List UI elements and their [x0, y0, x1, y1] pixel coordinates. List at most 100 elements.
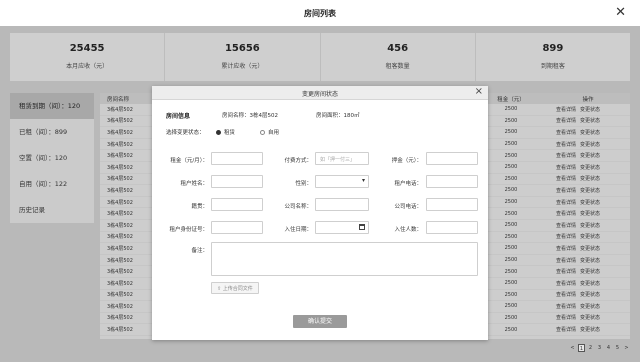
id-number-input[interactable] — [211, 221, 263, 234]
change-status-link[interactable]: 变更状态 — [580, 199, 600, 206]
note-textarea[interactable] — [211, 242, 478, 276]
change-status-link[interactable]: 变更状态 — [580, 326, 600, 333]
room-name-cell: 3栋4层502 — [107, 303, 133, 310]
view-details-link[interactable]: 查看详情 — [556, 280, 576, 287]
pager-page[interactable]: 5 — [614, 344, 621, 352]
room-name-cell: 3栋4层502 — [107, 118, 133, 125]
room-name-cell: 3栋4层502 — [107, 245, 133, 252]
pager-page[interactable]: 1 — [578, 344, 585, 352]
rent-input[interactable] — [211, 152, 263, 165]
pager-next[interactable]: > — [623, 344, 630, 352]
rent-label: 租金（元/月）： — [170, 158, 208, 164]
view-details-link[interactable]: 查看详情 — [556, 257, 576, 264]
upload-icon: ⇪ — [217, 286, 222, 292]
stat-label: 累计应收（元） — [221, 63, 264, 70]
view-details-link[interactable]: 查看详情 — [556, 210, 576, 217]
change-status-link[interactable]: 变更状态 — [580, 141, 600, 148]
change-status-link[interactable]: 变更状态 — [580, 210, 600, 217]
status-option-label: 自用 — [268, 130, 280, 136]
change-status-link[interactable]: 变更状态 — [580, 314, 600, 321]
view-details-link[interactable]: 查看详情 — [556, 117, 576, 124]
change-status-link[interactable]: 变更状态 — [580, 268, 600, 275]
close-icon[interactable]: ✕ — [615, 5, 626, 20]
dialog-title: 变更房间状态 — [301, 91, 338, 98]
radio-selected-icon — [216, 130, 221, 135]
view-details-link[interactable]: 查看详情 — [556, 303, 576, 310]
view-details-link[interactable]: 查看详情 — [556, 106, 576, 113]
change-status-link[interactable]: 变更状态 — [580, 187, 600, 194]
change-status-link[interactable]: 变更状态 — [580, 291, 600, 298]
pager-page[interactable]: 3 — [596, 344, 603, 352]
view-details-link[interactable]: 查看详情 — [556, 326, 576, 333]
view-details-link[interactable]: 查看详情 — [556, 245, 576, 252]
checkin-date-input[interactable] — [315, 221, 369, 234]
pager-page[interactable]: 2 — [587, 344, 594, 352]
change-status-link[interactable]: 变更状态 — [580, 222, 600, 229]
sidebar-item-vacant[interactable]: 空置（间）：120 — [10, 145, 94, 171]
pager-prev[interactable]: < — [569, 344, 576, 352]
upload-label: 上传合同文件 — [222, 286, 253, 292]
sidebar-item-expiring[interactable]: 租赁到期（间）：120 — [10, 93, 94, 119]
view-details-link[interactable]: 查看详情 — [556, 199, 576, 206]
status-option-self-use[interactable]: 自用 — [260, 128, 279, 136]
stat-card: 899 到期租客 — [476, 33, 630, 81]
pager-page[interactable]: 4 — [605, 344, 612, 352]
note-label: 备注： — [191, 248, 208, 254]
view-details-link[interactable]: 查看详情 — [556, 141, 576, 148]
view-details-link[interactable]: 查看详情 — [556, 175, 576, 182]
change-status-link[interactable]: 变更状态 — [580, 245, 600, 252]
company-name-input[interactable] — [315, 198, 369, 211]
stat-card: 15656 累计应收（元） — [165, 33, 321, 81]
change-status-link[interactable]: 变更状态 — [580, 129, 600, 136]
status-option-label: 租赁 — [224, 130, 236, 136]
sidebar-item-history[interactable]: 历史记录 — [10, 197, 94, 223]
ops-cell: 查看详情 变更状态 — [546, 268, 630, 275]
view-details-link[interactable]: 查看详情 — [556, 164, 576, 171]
tenant-phone-input[interactable] — [426, 175, 478, 188]
origin-input[interactable] — [211, 198, 263, 211]
gender-select[interactable]: ▾ — [315, 175, 369, 188]
deposit-input[interactable] — [426, 152, 478, 165]
room-name-cell: 3栋4层502 — [107, 211, 133, 218]
company-name-label: 公司名称： — [284, 204, 312, 210]
change-status-link[interactable]: 变更状态 — [580, 233, 600, 240]
tenant-name-input[interactable] — [211, 175, 263, 188]
status-label: 选择变更状态： — [166, 130, 205, 136]
sidebar-item-self-use[interactable]: 自用（间）：122 — [10, 171, 94, 197]
room-name-cell: 3栋4层502 — [107, 129, 133, 136]
upload-contract-button[interactable]: ⇪ 上传合同文件 — [211, 282, 259, 294]
room-area-info: 房间面积：180㎡ — [316, 113, 360, 119]
sidebar-item-rented[interactable]: 已租（间）：899 — [10, 119, 94, 145]
change-status-link[interactable]: 变更状态 — [580, 303, 600, 310]
change-status-link[interactable]: 变更状态 — [580, 280, 600, 287]
change-status-link[interactable]: 变更状态 — [580, 117, 600, 124]
change-status-link[interactable]: 变更状态 — [580, 106, 600, 113]
room-name-cell: 3栋4层502 — [107, 327, 133, 334]
stat-value: 456 — [387, 43, 409, 54]
ops-cell: 查看详情 变更状态 — [546, 152, 630, 159]
dialog-close-icon[interactable]: × — [475, 86, 483, 97]
change-status-link[interactable]: 变更状态 — [580, 257, 600, 264]
submit-button[interactable]: 确认提交 — [293, 315, 347, 328]
room-info-title: 房间信息 — [166, 113, 191, 120]
view-details-link[interactable]: 查看详情 — [556, 187, 576, 194]
view-details-link[interactable]: 查看详情 — [556, 291, 576, 298]
id-number-label: 租户身份证号： — [169, 227, 208, 233]
change-status-link[interactable]: 变更状态 — [580, 152, 600, 159]
status-option-lease[interactable]: 租赁 — [216, 128, 235, 136]
pay-method-input[interactable]: 如「押一付三」 — [315, 152, 369, 165]
view-details-link[interactable]: 查看详情 — [556, 152, 576, 159]
view-details-link[interactable]: 查看详情 — [556, 314, 576, 321]
view-details-link[interactable]: 查看详情 — [556, 233, 576, 240]
room-name-cell: 3栋4层502 — [107, 315, 133, 322]
view-details-link[interactable]: 查看详情 — [556, 222, 576, 229]
company-phone-input[interactable] — [426, 198, 478, 211]
view-details-link[interactable]: 查看详情 — [556, 129, 576, 136]
occupants-input[interactable] — [426, 221, 478, 234]
stat-value: 25455 — [69, 43, 105, 54]
change-status-link[interactable]: 变更状态 — [580, 175, 600, 182]
view-details-link[interactable]: 查看详情 — [556, 268, 576, 275]
radio-icon — [260, 130, 265, 135]
change-status-link[interactable]: 变更状态 — [580, 164, 600, 171]
occupants-label: 入住人数： — [394, 227, 422, 233]
